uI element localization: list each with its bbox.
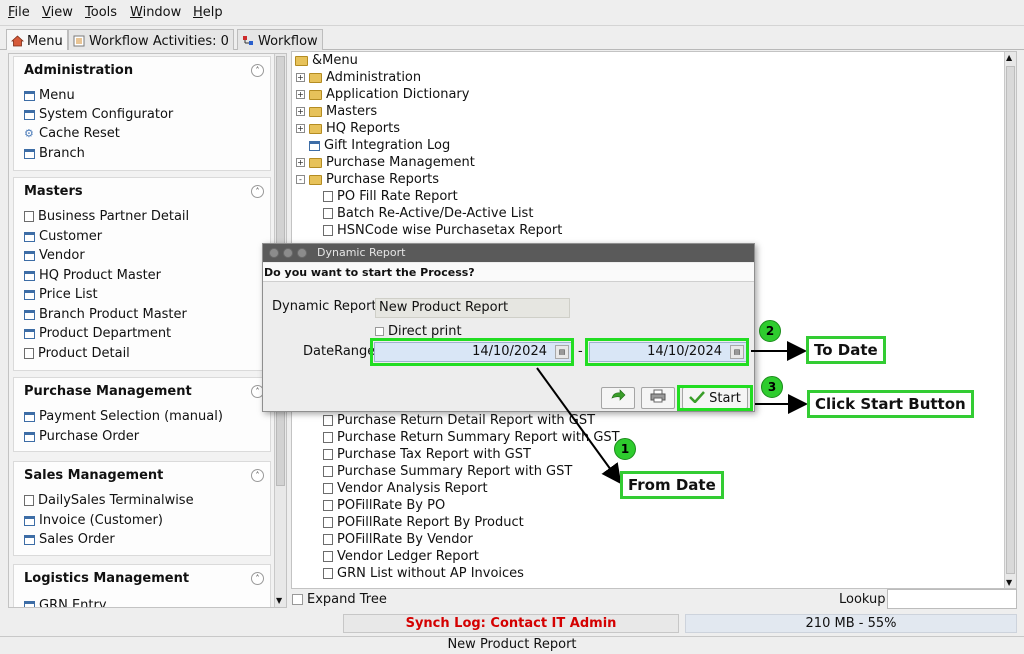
step-number-2: 2 xyxy=(759,320,781,342)
annotation-arrows xyxy=(536,341,808,485)
to-date-callout: To Date xyxy=(806,336,886,364)
step-number-3: 3 xyxy=(761,376,783,398)
start-callout: Click Start Button xyxy=(807,390,974,418)
arrow-to-from-date xyxy=(536,367,622,485)
step-number-1: 1 xyxy=(614,438,636,460)
from-date-callout: From Date xyxy=(620,471,724,499)
